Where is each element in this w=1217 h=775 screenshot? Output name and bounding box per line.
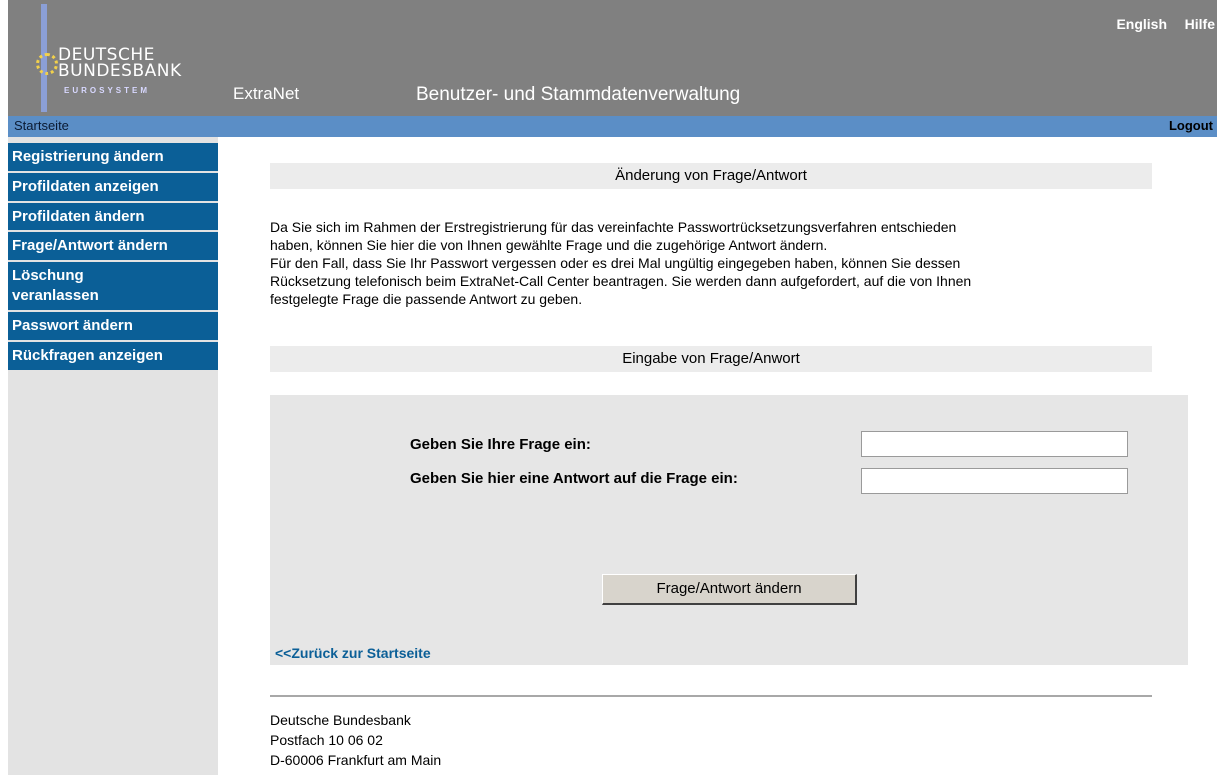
sidebar: Registrierung ändern Profildaten anzeige… <box>8 137 218 775</box>
sidebar-item-label: Registrierung ändern <box>12 148 164 165</box>
startseite-link[interactable]: Startseite <box>14 118 69 133</box>
intro-text: Da Sie sich im Rahmen der Erstregistrier… <box>270 218 1170 308</box>
sidebar-item-label: Löschung veranlassen <box>12 267 99 304</box>
logo-line3: EUROSYSTEM <box>64 86 151 95</box>
section-title-eingabe: Eingabe von Frage/Anwort <box>270 346 1152 372</box>
sidebar-item-label: Frage/Antwort ändern <box>12 237 168 254</box>
sidebar-item-label: Passwort ändern <box>12 317 133 334</box>
intro-line: festgelegte Frage die passende Antwort z… <box>270 291 583 307</box>
sidebar-item-passwort-aendern[interactable]: Passwort ändern <box>8 312 218 340</box>
sidebar-item-label: Profildaten anzeigen <box>12 178 159 195</box>
logout-link[interactable]: Logout <box>1169 118 1213 133</box>
main-content: Änderung von Frage/Antwort Da Sie sich i… <box>218 137 1217 775</box>
back-to-start-link[interactable]: <<Zurück zur Startseite <box>275 645 431 661</box>
sidebar-item-label: Profildaten ändern <box>12 208 145 225</box>
app-name: ExtraNet <box>233 84 300 103</box>
footer-address: Deutsche Bundesbank Postfach 10 06 02 D-… <box>270 710 441 770</box>
nav-bar: Startseite Logout <box>8 116 1217 137</box>
address-line: Deutsche Bundesbank <box>270 712 411 728</box>
eurosystem-stars-icon <box>36 53 58 75</box>
sidebar-item-loeschung-filler[interactable] <box>138 262 218 310</box>
answer-input[interactable] <box>861 468 1128 494</box>
sidebar-item-label: Rückfragen anzeigen <box>12 347 163 364</box>
address-line: D-60006 Frankfurt am Main <box>270 752 442 768</box>
sidebar-item-loeschung-veranlassen[interactable]: Löschung veranlassen <box>8 262 138 310</box>
sidebar-item-profildaten-anzeigen[interactable]: Profildaten anzeigen <box>8 173 218 201</box>
address-line: Postfach 10 06 02 <box>270 732 383 748</box>
header: DEUTSCHE BUNDESBANK EUROSYSTEM ExtraNet … <box>8 0 1217 116</box>
footer-divider <box>270 695 1152 697</box>
sidebar-item-profildaten-aendern[interactable]: Profildaten ändern <box>8 203 218 230</box>
sidebar-item-registrierung-aendern[interactable]: Registrierung ändern <box>8 143 218 171</box>
intro-line: Für den Fall, dass Sie Ihr Passwort verg… <box>270 255 961 271</box>
sidebar-item-rueckfragen-anzeigen[interactable]: Rückfragen anzeigen <box>8 342 218 370</box>
question-label: Geben Sie Ihre Frage ein: <box>410 436 591 453</box>
sidebar-item-frage-antwort-aendern[interactable]: Frage/Antwort ändern <box>8 232 218 260</box>
intro-line: haben, können Sie hier die von Ihnen gew… <box>270 237 828 253</box>
question-answer-form: Geben Sie Ihre Frage ein: Geben Sie hier… <box>270 395 1188 665</box>
section-title-aenderung: Änderung von Frage/Antwort <box>270 163 1152 189</box>
english-link[interactable]: English <box>1116 16 1167 32</box>
answer-label: Geben Sie hier eine Antwort auf die Frag… <box>410 470 738 487</box>
logo-line2: BUNDESBANK <box>58 61 182 81</box>
intro-line: Rücksetzung telefonisch beim ExtraNet-Ca… <box>270 273 972 289</box>
change-question-answer-button[interactable]: Frage/Antwort ändern <box>602 574 857 605</box>
question-input[interactable] <box>861 431 1128 457</box>
help-link[interactable]: Hilfe <box>1185 16 1215 32</box>
intro-line: Da Sie sich im Rahmen der Erstregistrier… <box>270 219 957 235</box>
app-subtitle: Benutzer- und Stammdatenverwaltung <box>416 84 741 105</box>
